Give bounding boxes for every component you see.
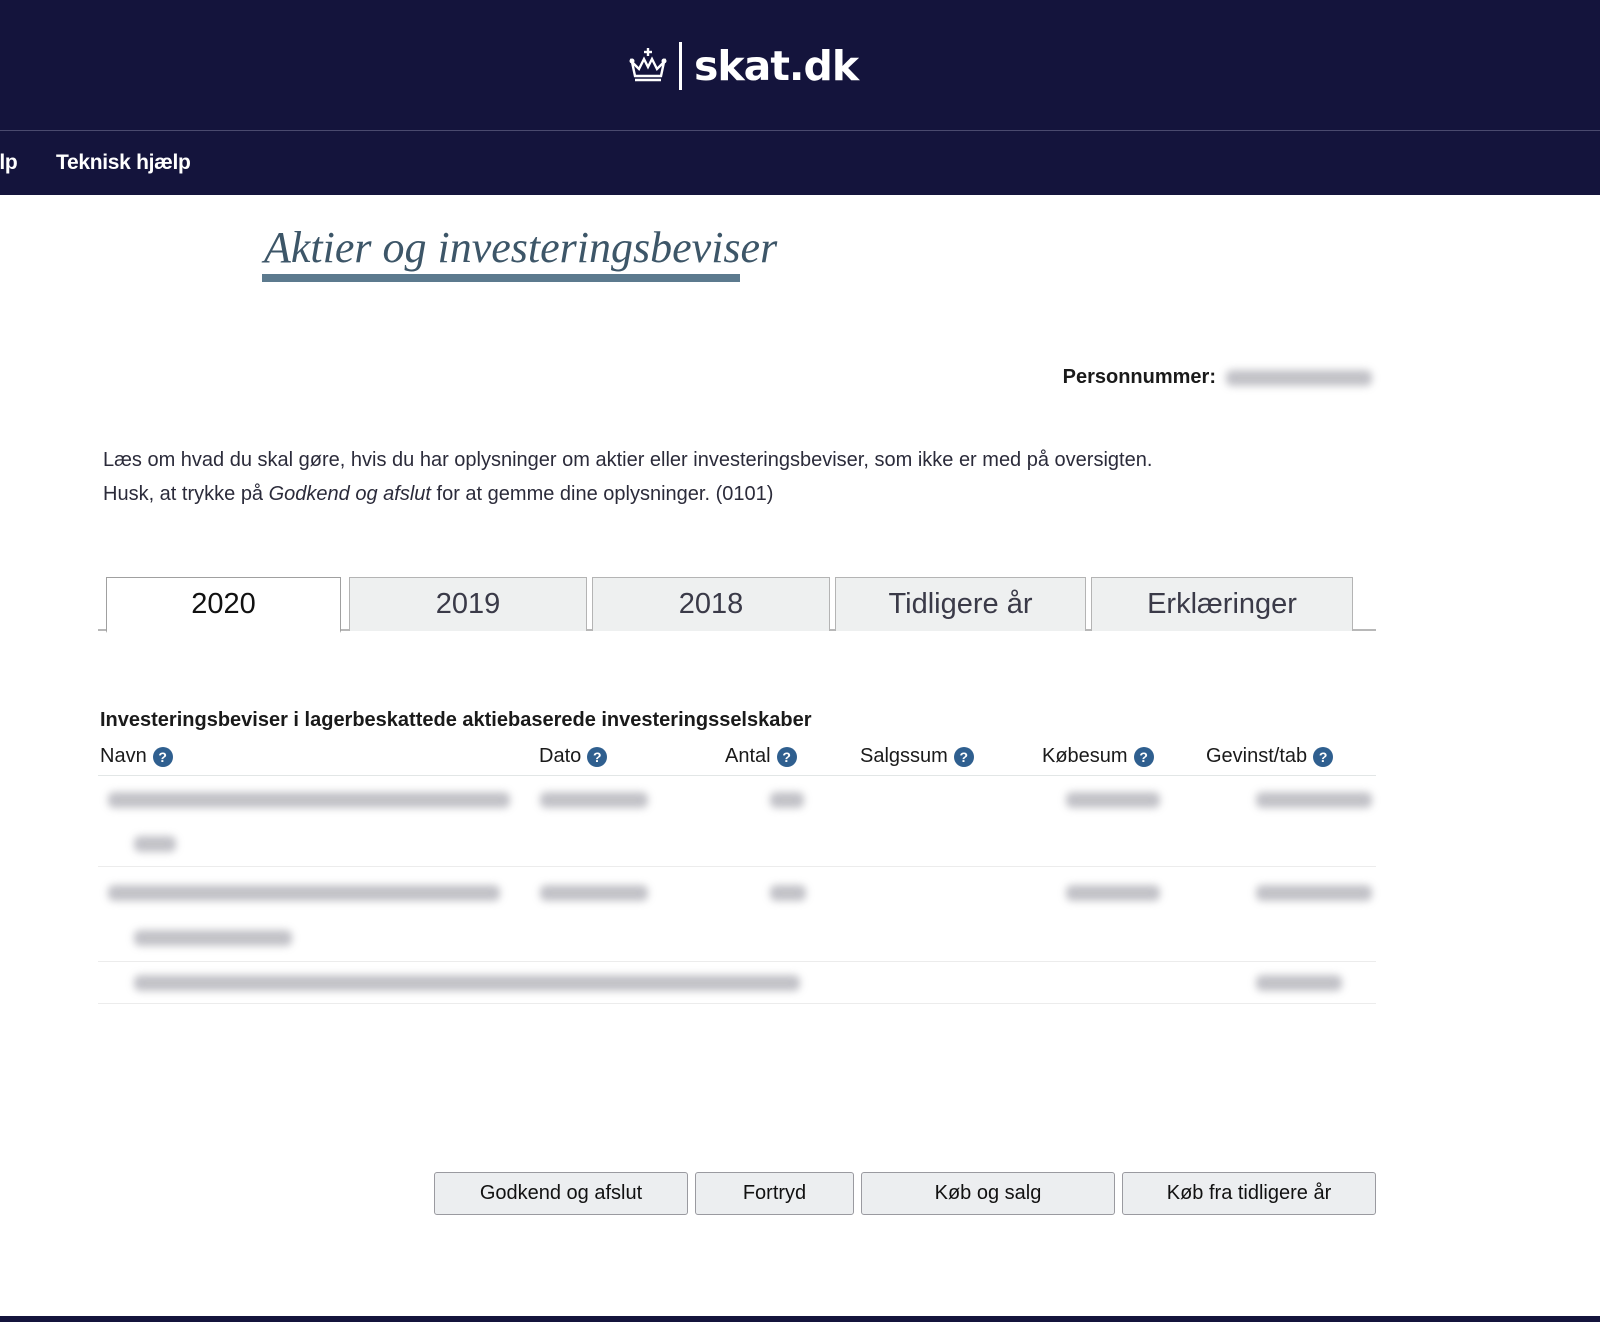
personnummer-row: Personnummer:	[1063, 366, 1372, 389]
column-label-navn: Navn	[100, 745, 147, 767]
logo-divider	[679, 42, 682, 90]
column-header-salgssum: Salgssum?	[860, 745, 974, 768]
column-label-gevinst-tab: Gevinst/tab	[1206, 745, 1308, 767]
footer-rule	[0, 1316, 1600, 1322]
redacted-cell-dato	[540, 885, 648, 901]
buy-and-sell-button[interactable]: Køb og salg	[861, 1172, 1115, 1215]
intro-line-2-emphasis: Godkend og afslut	[268, 483, 431, 505]
tab-2020[interactable]: 2020	[106, 577, 341, 633]
buy-from-previous-years-button[interactable]: Køb fra tidligere år	[1122, 1172, 1376, 1215]
crown-icon	[629, 48, 667, 82]
main-nav: elp Teknisk hjælp	[0, 131, 1600, 195]
row-divider	[98, 961, 1376, 962]
question-icon[interactable]: ?	[953, 746, 974, 767]
redacted-cell-koebesum	[1066, 885, 1160, 901]
redacted-cell-navn-cont	[134, 836, 176, 852]
column-header-dato: Dato?	[539, 745, 608, 768]
row-divider	[98, 866, 1376, 867]
intro-line-2: Husk, at trykke på Godkend og afslut for…	[103, 477, 1152, 511]
tab-tidligere-aar[interactable]: Tidligere år	[835, 577, 1086, 631]
nav-item-teknisk-hjaelp[interactable]: Teknisk hjælp	[56, 151, 191, 175]
tab-erklaeringer[interactable]: Erklæringer	[1091, 577, 1353, 631]
redacted-cell-antal	[770, 792, 804, 808]
undo-button[interactable]: Fortryd	[695, 1172, 854, 1215]
intro-text: Læs om hvad du skal gøre, hvis du har op…	[103, 443, 1152, 511]
column-label-salgssum: Salgssum	[860, 745, 948, 767]
column-label-koebesum: Købesum	[1042, 745, 1128, 767]
logo-text: skat.dk	[694, 42, 859, 90]
page-title: Aktier og investeringsbeviser	[264, 223, 778, 272]
title-underline	[262, 274, 740, 282]
site-header: skat.dk	[0, 0, 1600, 131]
approve-and-finish-button[interactable]: Godkend og afslut	[434, 1172, 688, 1215]
question-icon[interactable]: ?	[152, 746, 173, 767]
intro-line-1[interactable]: Læs om hvad du skal gøre, hvis du har op…	[103, 443, 1152, 477]
question-icon[interactable]: ?	[587, 746, 608, 767]
question-icon[interactable]: ?	[1133, 746, 1154, 767]
intro-line-2-start: Husk, at trykke på	[103, 483, 269, 505]
column-header-antal: Antal?	[725, 745, 797, 768]
redacted-cell-antal	[770, 885, 806, 901]
column-header-koebesum: Købesum?	[1042, 745, 1154, 768]
personnummer-value-redacted	[1226, 369, 1372, 386]
nav-item-help[interactable]: elp	[0, 151, 18, 175]
redacted-total-label	[134, 975, 800, 991]
tab-2018[interactable]: 2018	[592, 577, 830, 631]
column-header-navn: Navn?	[100, 745, 173, 768]
section-title: Investeringsbeviser i lagerbeskattede ak…	[100, 709, 812, 731]
table-header-rule	[98, 775, 1376, 776]
redacted-total-value	[1256, 975, 1342, 991]
redacted-cell-koebesum	[1066, 792, 1160, 808]
column-label-dato: Dato	[539, 745, 582, 767]
redacted-cell-navn	[108, 885, 500, 901]
column-label-antal: Antal	[725, 745, 771, 767]
redacted-cell-dato	[540, 792, 648, 808]
question-icon[interactable]: ?	[1313, 746, 1334, 767]
tab-2019[interactable]: 2019	[349, 577, 587, 631]
personnummer-label: Personnummer:	[1062, 366, 1216, 388]
row-divider	[98, 1003, 1376, 1004]
redacted-cell-navn	[108, 792, 510, 808]
year-tabs: 2020 2019 2018 Tidligere år Erklæringer	[98, 577, 1376, 633]
redacted-cell-gevinst	[1256, 792, 1372, 808]
redacted-cell-gevinst	[1256, 885, 1372, 901]
question-icon[interactable]: ?	[776, 746, 797, 767]
column-header-gevinst-tab: Gevinst/tab?	[1206, 745, 1334, 768]
redacted-cell-navn-cont	[134, 930, 292, 946]
skat-logo[interactable]: skat.dk	[627, 40, 859, 92]
intro-line-2-end: for at gemme dine oplysninger. (0101)	[430, 483, 774, 505]
